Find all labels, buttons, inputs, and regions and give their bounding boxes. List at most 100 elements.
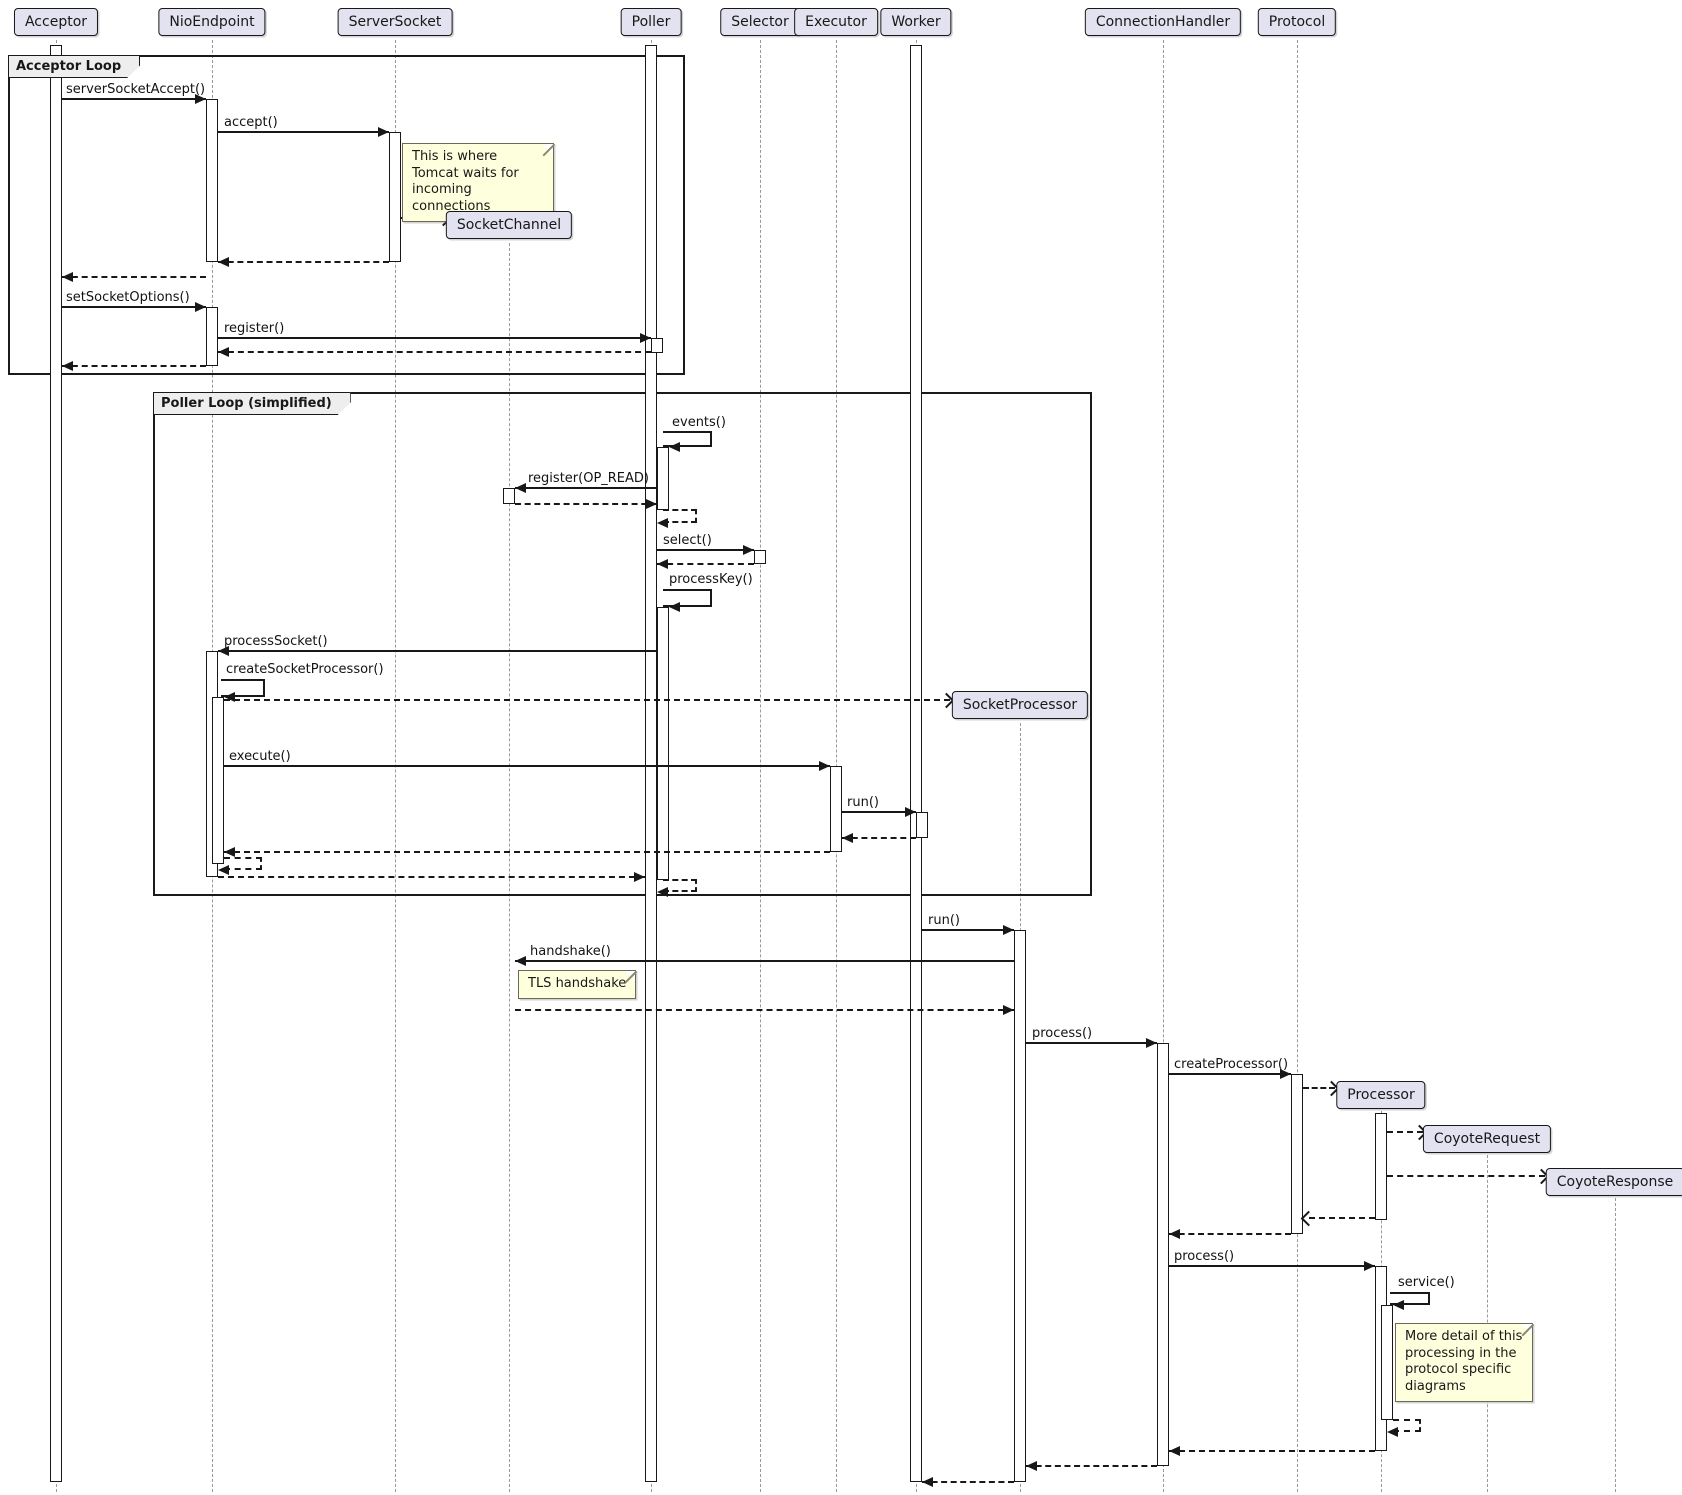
frame-poller-loop-label: Poller Loop (simplified) (153, 392, 351, 415)
arrowhead-handshake (515, 956, 526, 966)
return-line-create-processor (1169, 1233, 1291, 1235)
arrowhead-run-worker (905, 807, 916, 817)
participant-processor: Processor (1336, 1081, 1425, 1109)
lifeline-protocol (1297, 40, 1298, 1492)
arrowhead-run-socket-processor (1003, 925, 1014, 935)
participant-connection-handler: ConnectionHandler (1085, 8, 1241, 36)
activation-socket-processor (1014, 930, 1026, 1482)
return-line-set-socket-options (62, 365, 206, 367)
message-line-register (218, 337, 651, 339)
arrowhead-service (1393, 1300, 1404, 1310)
arrowhead-return-process-processor (1169, 1446, 1180, 1456)
message-line-register-op-read (515, 487, 657, 489)
activation-socket-channel-register (503, 488, 515, 504)
arrowhead-return-server-socket-accept (62, 272, 73, 282)
activation-protocol (1291, 1074, 1303, 1234)
selfreturn-create-socket-processor (224, 857, 262, 870)
arrowhead-selfreturn-events (657, 518, 668, 528)
message-line-select (657, 549, 754, 551)
arrowhead-return-process-socket (634, 872, 645, 882)
activation-nio-accept (206, 99, 218, 262)
activation-nio-createprocessor (212, 697, 224, 864)
participant-server-socket: ServerSocket (338, 8, 453, 36)
arrowhead-selfreturn-process-key (657, 887, 668, 897)
message-label-create-processor: createProcessor() (1174, 1057, 1288, 1072)
arrowhead-return-set-socket-options (62, 361, 73, 371)
participant-acceptor: Acceptor (14, 8, 98, 36)
arrowhead-selfreturn-create-socket-processor (218, 865, 229, 875)
return-line-process-connection (1026, 1465, 1157, 1467)
arrowhead-return-select (657, 559, 668, 569)
activation-poller-events (657, 447, 669, 510)
message-label-accept: accept() (224, 115, 278, 130)
arrowhead-process-key (669, 602, 680, 612)
arrowhead-return-handshake (1003, 1005, 1014, 1015)
message-label-service: service() (1398, 1275, 1455, 1290)
note-detail-text: More detail of this processing in the pr… (1405, 1329, 1522, 1394)
note-detail: More detail of this processing in the pr… (1395, 1323, 1533, 1402)
activation-poller-register (651, 338, 663, 353)
activation-connection-handler (1157, 1043, 1169, 1466)
lifeline-coyote-response (1615, 1198, 1616, 1492)
message-line-accept (218, 131, 389, 133)
message-label-events: events() (672, 415, 726, 430)
message-label-server-socket-accept: serverSocketAccept() (66, 82, 205, 97)
arrowhead-return-run-worker (842, 833, 853, 843)
return-line-register-op-read (515, 503, 657, 505)
message-line-set-socket-options (62, 306, 206, 308)
frame-acceptor-loop-label: Acceptor Loop (8, 55, 140, 78)
message-label-execute: execute() (229, 749, 291, 764)
message-label-process-processor: process() (1174, 1249, 1234, 1264)
message-label-register-op-read: register(OP_READ) (528, 471, 649, 486)
activation-acceptor (50, 45, 62, 1482)
activation-server-socket (389, 132, 401, 262)
activation-poller-processkey (657, 607, 669, 880)
return-line-execute (224, 851, 830, 853)
arrowhead-register (640, 333, 651, 343)
message-label-create-socket-processor: createSocketProcessor() (226, 662, 384, 677)
return-line-process-processor (1169, 1450, 1375, 1452)
message-line-run-socket-processor (922, 929, 1014, 931)
arrowhead-accept (378, 127, 389, 137)
return-line-server-socket-accept (62, 276, 206, 278)
message-line-create-coyote-response (1387, 1175, 1545, 1177)
participant-poller: Poller (621, 8, 682, 36)
participant-nio-endpoint: NioEndpoint (158, 8, 265, 36)
note-tls: TLS handshake (518, 970, 636, 999)
arrowhead-process-connection (1146, 1038, 1157, 1048)
participant-selector: Selector (720, 8, 800, 36)
message-line-process-connection (1026, 1042, 1157, 1044)
arrowhead-return-accept (218, 257, 229, 267)
return-line-run-worker (842, 837, 916, 839)
message-line-create-socket-processor-obj (224, 699, 950, 701)
arrowhead-return-run-socket-processor (922, 1477, 933, 1487)
message-label-process-key: processKey() (669, 572, 753, 587)
participant-executor: Executor (794, 8, 878, 36)
return-line-register (218, 351, 651, 353)
frame-acceptor-loop (8, 55, 685, 375)
arrowhead-execute (819, 761, 830, 771)
return-line-handshake (515, 1009, 1014, 1011)
participant-protocol: Protocol (1258, 8, 1336, 36)
return-line-processor-create (1309, 1217, 1375, 1219)
arrowhead-return-process-connection (1026, 1461, 1037, 1471)
message-label-handshake: handshake() (530, 944, 611, 959)
selfreturn-process-key (663, 879, 697, 892)
participant-socket-channel: SocketChannel (446, 211, 572, 239)
note-accept: This is where Tomcat waits for incoming … (402, 143, 554, 222)
note-accept-text: This is where Tomcat waits for incoming … (412, 149, 519, 214)
participant-socket-processor: SocketProcessor (952, 691, 1088, 719)
activation-poller (645, 45, 657, 1482)
arrowhead-return-execute (224, 847, 235, 857)
activation-nio-options (206, 307, 218, 366)
message-label-register: register() (224, 321, 284, 336)
sequence-diagram: Acceptor Loop Poller Loop (simplified) s… (0, 0, 1682, 1495)
arrowhead-create-socket-processor (224, 692, 235, 702)
activation-selector (754, 550, 766, 564)
note-tls-text: TLS handshake (528, 976, 626, 991)
message-line-process-socket (218, 650, 657, 652)
return-line-select (657, 563, 754, 565)
message-label-run-worker: run() (847, 795, 879, 810)
arrowhead-register-op-read (515, 483, 526, 493)
message-label-process-connection: process() (1032, 1026, 1092, 1041)
